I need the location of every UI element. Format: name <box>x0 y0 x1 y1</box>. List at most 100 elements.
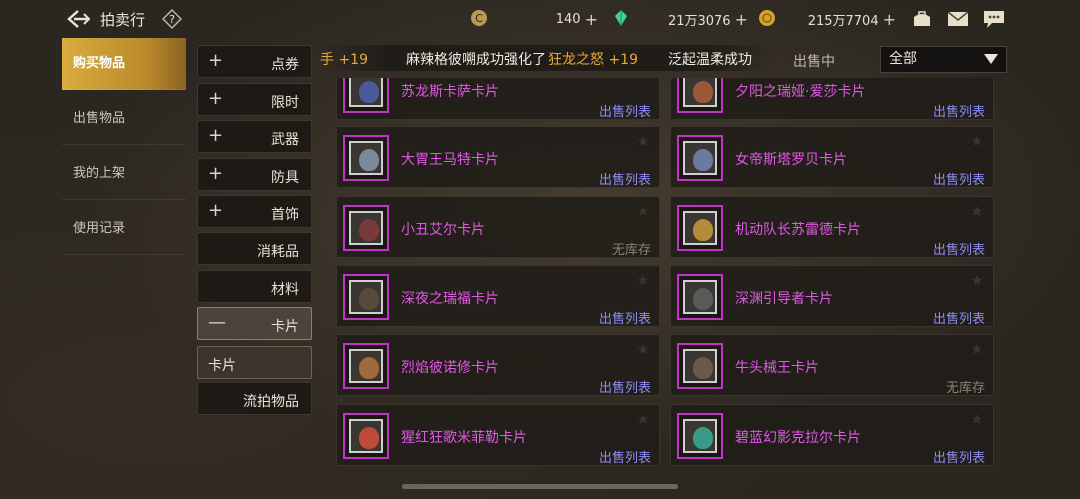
item-card[interactable]: 大胃王马特卡片出售列表 <box>336 126 660 188</box>
category-consumable[interactable]: 消耗品 <box>197 232 312 265</box>
card-frame <box>683 419 717 453</box>
card-frame <box>683 78 717 107</box>
item-card[interactable]: 机动队长苏雷德卡片 出售列表 <box>670 196 994 258</box>
add-crystal-button[interactable]: + <box>735 10 748 29</box>
favorite-star-icon[interactable] <box>971 205 983 217</box>
category-armor[interactable]: + 防具 <box>197 158 312 191</box>
category-limited[interactable]: + 限时 <box>197 83 312 116</box>
add-coupon-button[interactable]: + <box>585 10 598 29</box>
favorite-star-icon[interactable] <box>971 135 983 147</box>
gold-coin-icon <box>759 10 775 26</box>
item-card[interactable]: 烈焰彼诺修卡片出售列表 <box>336 334 660 396</box>
item-name: 苏龙斯卡萨卡片 <box>401 84 499 100</box>
favorite-star-icon[interactable] <box>637 343 649 355</box>
item-card[interactable]: 碧蓝幻影克拉尔卡片出售列表 <box>670 404 994 466</box>
on-sale-label: 出售中 <box>793 54 835 70</box>
card-thumbnail-icon <box>343 413 389 459</box>
card-frame <box>349 280 383 314</box>
portrait <box>693 427 713 449</box>
item-card[interactable]: 猩红狂歌米菲勒卡片出售列表 <box>336 404 660 466</box>
category-card-expanded[interactable]: — 卡片 <box>197 307 312 340</box>
card-frame <box>349 419 383 453</box>
item-card[interactable]: 深渊引导者卡片出售列表 <box>670 265 994 327</box>
item-name: 牛头械王卡片 <box>735 360 819 376</box>
favorite-star-icon[interactable] <box>637 413 649 425</box>
category-failed-auction[interactable]: 流拍物品 <box>197 382 312 415</box>
item-card[interactable]: 夕阳之瑞娅·爱莎卡片 出售列表 <box>670 78 994 120</box>
category-accessory[interactable]: + 首饰 <box>197 195 312 228</box>
item-name: 深渊引导者卡片 <box>735 291 833 307</box>
item-name: 小丑艾尔卡片 <box>401 222 485 238</box>
portrait <box>693 81 713 103</box>
card-frame <box>683 141 717 175</box>
item-card[interactable]: 牛头械王卡片 无库存 <box>670 334 994 396</box>
inventory-bag-icon[interactable] <box>910 8 934 30</box>
card-thumbnail-icon <box>343 205 389 251</box>
chat-icon[interactable] <box>982 8 1006 30</box>
item-grid: 苏龙斯卡萨卡片 出售列表 夕阳之瑞娅·爱莎卡片 出售列表 大胃王马特卡片 出售列表 女帝斯塔… <box>336 78 1000 466</box>
card-thumbnail-icon <box>677 343 723 389</box>
item-card[interactable]: 深夜之瑞福卡片出售列表 <box>336 265 660 327</box>
item-status[interactable]: 出售列表 <box>933 308 985 327</box>
favorite-star-icon[interactable] <box>637 205 649 217</box>
card-frame <box>349 141 383 175</box>
item-status[interactable]: 出售列表 <box>599 169 651 188</box>
item-name: 深夜之瑞福卡片 <box>401 291 499 307</box>
coin-c-icon: C <box>471 10 487 26</box>
card-frame <box>683 280 717 314</box>
portrait <box>359 81 379 103</box>
item-name: 猩红狂歌米菲勒卡片 <box>401 430 527 446</box>
category-weapon[interactable]: + 武器 <box>197 120 312 153</box>
currency-crystal[interactable]: 21万3076 + <box>632 8 748 30</box>
item-status[interactable]: 出售列表 <box>933 169 985 188</box>
favorite-star-icon[interactable] <box>637 274 649 286</box>
favorite-star-icon[interactable] <box>637 135 649 147</box>
add-gold-button[interactable]: + <box>883 10 896 29</box>
category-material[interactable]: 材料 <box>197 270 312 303</box>
favorite-star-icon[interactable] <box>637 78 649 79</box>
item-status[interactable]: 出售列表 <box>933 239 985 258</box>
card-thumbnail-icon <box>677 413 723 459</box>
nav-buy-items[interactable]: 购买物品 <box>62 38 186 90</box>
card-thumbnail-icon <box>677 205 723 251</box>
scrollbar[interactable] <box>402 484 678 489</box>
nav-sell-items[interactable]: 出售物品 <box>62 93 186 145</box>
portrait <box>359 149 379 171</box>
favorite-star-icon[interactable] <box>971 274 983 286</box>
item-status[interactable]: 出售列表 <box>599 377 651 396</box>
dropdown-caret-icon <box>984 54 998 64</box>
item-status[interactable]: 出售列表 <box>599 101 651 120</box>
item-name: 大胃王马特卡片 <box>401 152 499 168</box>
item-card[interactable]: 苏龙斯卡萨卡片出售列表 <box>336 78 660 120</box>
subcategory-card[interactable]: 卡片 <box>197 346 312 379</box>
favorite-star-icon[interactable] <box>971 413 983 425</box>
category-coupon[interactable]: + 点券 <box>197 45 312 78</box>
favorite-star-icon[interactable] <box>971 343 983 355</box>
broadcast-ticker: 手 +19 麻辣格彼嗍成功强化了 狂龙之怒 +19 泛起温柔成功 <box>320 45 775 71</box>
nav-usage-records[interactable]: 使用记录 <box>62 203 186 255</box>
nav-my-listings[interactable]: 我的上架 <box>62 148 186 200</box>
card-thumbnail-icon <box>343 343 389 389</box>
item-card[interactable]: 女帝斯塔罗贝卡片 出售列表 <box>670 126 994 188</box>
item-name: 碧蓝幻影克拉尔卡片 <box>735 430 861 446</box>
svg-text:C: C <box>475 12 483 25</box>
card-thumbnail-icon <box>343 135 389 181</box>
back-arrow-icon[interactable] <box>66 8 92 30</box>
item-name: 烈焰彼诺修卡片 <box>401 360 499 376</box>
currency-gold[interactable]: 215万7704 + <box>780 8 896 30</box>
filter-dropdown[interactable]: 全部 <box>880 46 1007 73</box>
item-status[interactable]: 出售列表 <box>599 308 651 327</box>
help-icon[interactable]: ? <box>162 9 182 29</box>
item-card[interactable]: 小丑艾尔卡片 无库存 <box>336 196 660 258</box>
favorite-star-icon[interactable] <box>971 78 983 79</box>
item-status[interactable]: 出售列表 <box>933 101 985 120</box>
card-thumbnail-icon <box>677 135 723 181</box>
currency-coupon[interactable]: 140 + <box>490 8 598 30</box>
item-status[interactable]: 出售列表 <box>599 447 651 466</box>
item-status[interactable]: 出售列表 <box>933 447 985 466</box>
mail-icon[interactable] <box>946 8 970 30</box>
portrait <box>359 427 379 449</box>
portrait <box>359 357 379 379</box>
svg-text:?: ? <box>169 13 175 26</box>
card-thumbnail-icon <box>677 78 723 113</box>
